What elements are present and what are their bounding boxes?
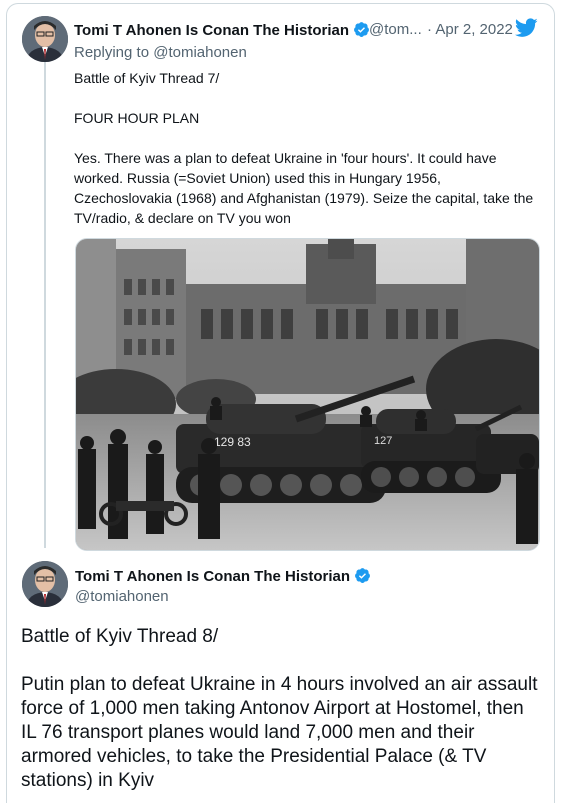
avatar[interactable] (22, 16, 68, 62)
thread-connector-line (44, 62, 46, 548)
tweet-date-text[interactable]: Apr 2, 2022 (435, 21, 513, 38)
tweet-text-line-1: Battle of Kyiv Thread 7/ (74, 70, 220, 86)
author-name[interactable]: Tomi T Ahonen Is Conan The Historian (75, 567, 371, 588)
author-handle-text[interactable]: @tom... (369, 21, 422, 38)
tweet-photo[interactable]: 129 83 127 (75, 238, 540, 551)
tanks-in-square-image: 129 83 127 (76, 239, 539, 550)
replying-prefix: Replying to (74, 44, 150, 61)
author-name-text[interactable]: Tomi T Ahonen Is Conan The Historian (75, 568, 350, 585)
avatar-portrait-icon (22, 561, 68, 607)
tweet-text-line-1: Battle of Kyiv Thread 8/ (21, 626, 219, 647)
author-handle-text[interactable]: @tomiahonen (75, 588, 169, 605)
tweet-text-line-3: Yes. There was a plan to defeat Ukraine … (74, 150, 534, 226)
author-handle[interactable]: @tom... (369, 21, 422, 38)
author-handle[interactable]: @tomiahonen (75, 588, 169, 605)
tweet-text-line-2: FOUR HOUR PLAN (74, 110, 200, 126)
replying-to: Replying to @tomiahonen (74, 44, 247, 61)
tweet-date[interactable]: · Apr 2, 2022 (427, 21, 513, 38)
avatar-portrait-icon (22, 16, 68, 62)
avatar[interactable] (22, 561, 68, 607)
verified-badge-icon (353, 21, 370, 42)
tank-number-2: 127 (374, 435, 392, 447)
author-name-text[interactable]: Tomi T Ahonen Is Conan The Historian (74, 22, 349, 39)
date-separator: · (427, 21, 432, 38)
replying-handle-link[interactable]: @tomiahonen (153, 44, 247, 61)
author-name[interactable]: Tomi T Ahonen Is Conan The Historian (74, 21, 370, 42)
tank-number-1: 129 83 (214, 435, 251, 449)
tweet-text-line-2: Putin plan to defeat Ukraine in 4 hours … (21, 674, 538, 791)
verified-badge-icon (354, 567, 371, 588)
twitter-bird-icon[interactable] (514, 18, 538, 43)
